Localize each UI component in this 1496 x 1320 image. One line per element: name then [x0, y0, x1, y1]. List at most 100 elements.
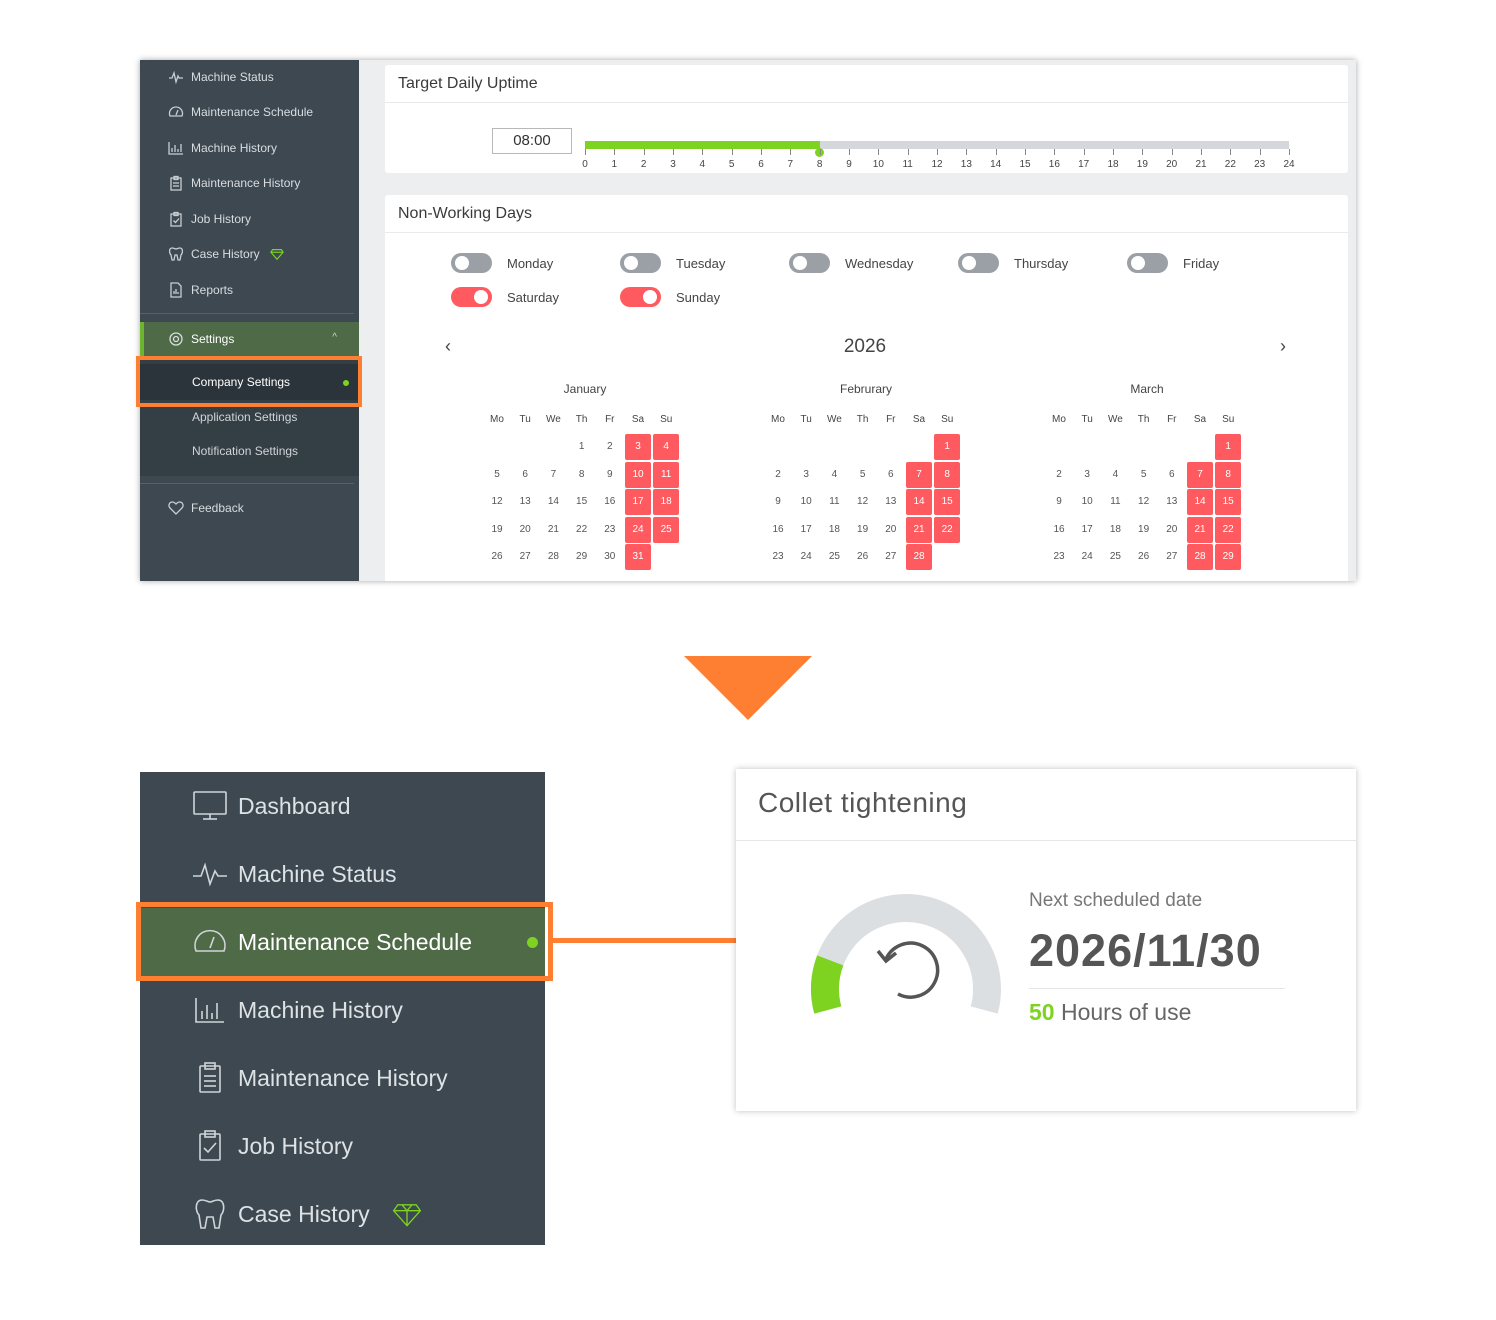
calendar-day[interactable]: 18	[821, 517, 847, 543]
calendar-day[interactable]: 8	[1215, 461, 1242, 488]
calendar-day[interactable]: 17	[625, 489, 651, 515]
calendar-day[interactable]: 21	[540, 517, 566, 543]
sidebar-item-machine-history[interactable]: Machine History	[192, 990, 403, 1030]
toggle-sunday[interactable]	[620, 287, 661, 307]
calendar-day[interactable]: 13	[878, 489, 904, 515]
calendar-day[interactable]: 19	[1131, 517, 1157, 543]
calendar-day[interactable]: 25	[1102, 544, 1128, 570]
calendar-day[interactable]: 5	[484, 462, 510, 488]
toggle-wednesday[interactable]	[789, 253, 830, 273]
calendar-day[interactable]: 20	[512, 517, 538, 543]
calendar-day[interactable]: 1	[934, 434, 961, 460]
sidebar-item-case-history[interactable]: Case History	[192, 1194, 432, 1234]
calendar-day[interactable]: 20	[878, 517, 904, 543]
calendar-day[interactable]: 3	[793, 462, 819, 488]
toggle-thursday[interactable]	[958, 253, 999, 273]
calendar-day[interactable]: 18	[1102, 517, 1128, 543]
calendar-day[interactable]: 19	[850, 517, 876, 543]
calendar-day[interactable]: 9	[597, 462, 623, 488]
calendar-day[interactable]: 12	[1131, 489, 1157, 515]
calendar-day[interactable]: 26	[484, 544, 510, 570]
calendar-day[interactable]: 21	[1187, 516, 1213, 543]
sidebar-item-case-history[interactable]: Case History	[168, 244, 291, 264]
calendar-day[interactable]: 21	[906, 516, 932, 543]
calendar-day[interactable]: 27	[512, 544, 538, 570]
calendar-day[interactable]: 14	[540, 489, 566, 515]
uptime-input[interactable]: 08:00	[492, 128, 572, 154]
calendar-day[interactable]: 14	[906, 489, 932, 515]
calendar-day[interactable]: 5	[1131, 462, 1157, 488]
calendar-day[interactable]: 11	[653, 461, 680, 488]
toggle-monday[interactable]	[451, 253, 492, 273]
prev-year-button[interactable]: ‹	[445, 336, 451, 357]
calendar-day[interactable]: 15	[934, 489, 961, 515]
calendar-day[interactable]: 11	[1102, 489, 1128, 515]
calendar-day[interactable]: 8	[569, 462, 595, 488]
calendar-day[interactable]: 1	[1215, 434, 1242, 460]
calendar-day[interactable]: 16	[597, 489, 623, 515]
sidebar-item-dashboard[interactable]: Dashboard	[192, 786, 351, 826]
calendar-day[interactable]: 4	[821, 462, 847, 488]
sidebar-item-feedback[interactable]: Feedback	[168, 498, 244, 518]
calendar-day[interactable]: 24	[1074, 544, 1100, 570]
calendar-day[interactable]: 28	[906, 544, 932, 570]
chevron-up-icon[interactable]: ^	[332, 332, 337, 343]
calendar-day[interactable]: 8	[934, 461, 961, 488]
calendar-day[interactable]: 28	[540, 544, 566, 570]
sidebar-item-settings[interactable]: Settings ^	[140, 322, 359, 356]
calendar-day[interactable]: 19	[484, 517, 510, 543]
calendar-day[interactable]: 17	[793, 517, 819, 543]
calendar-day[interactable]: 25	[821, 544, 847, 570]
calendar-day[interactable]: 11	[821, 489, 847, 515]
calendar-day[interactable]: 10	[793, 489, 819, 515]
calendar-day[interactable]: 5	[850, 462, 876, 488]
calendar-day[interactable]: 16	[1046, 517, 1072, 543]
calendar-day[interactable]: 23	[597, 517, 623, 543]
sidebar-item-machine-status[interactable]: Machine Status	[192, 854, 397, 894]
calendar-day[interactable]: 16	[765, 517, 791, 543]
calendar-day[interactable]: 3	[1074, 462, 1100, 488]
sidebar-item-job-history[interactable]: Job History	[192, 1126, 353, 1166]
calendar-day[interactable]: 6	[512, 462, 538, 488]
calendar-day[interactable]: 10	[625, 461, 651, 488]
sidebar-item-machine-status[interactable]: Machine Status	[168, 67, 274, 87]
calendar-day[interactable]: 7	[1187, 461, 1213, 488]
submenu-item-application-settings[interactable]: Application Settings	[192, 410, 297, 424]
calendar-day[interactable]: 4	[653, 434, 680, 460]
calendar-day[interactable]: 10	[1074, 489, 1100, 515]
calendar-day[interactable]: 12	[850, 489, 876, 515]
calendar-day[interactable]: 20	[1159, 517, 1185, 543]
calendar-day[interactable]: 18	[653, 489, 680, 515]
calendar-day[interactable]: 23	[765, 544, 791, 570]
calendar-day[interactable]: 13	[512, 489, 538, 515]
calendar-day[interactable]: 2	[765, 462, 791, 488]
next-year-button[interactable]: ›	[1280, 336, 1286, 357]
calendar-day[interactable]: 2	[1046, 462, 1072, 488]
calendar-day[interactable]: 14	[1187, 489, 1213, 515]
calendar-day[interactable]: 24	[793, 544, 819, 570]
toggle-friday[interactable]	[1127, 253, 1168, 273]
calendar-day[interactable]: 22	[569, 517, 595, 543]
sidebar-item-reports[interactable]: Reports	[168, 280, 233, 300]
uptime-slider-track[interactable]	[585, 141, 1289, 149]
calendar-day[interactable]: 9	[765, 489, 791, 515]
submenu-item-notification-settings[interactable]: Notification Settings	[192, 444, 298, 458]
sidebar-item-machine-history[interactable]: Machine History	[168, 138, 277, 158]
calendar-day[interactable]: 26	[850, 544, 876, 570]
toggle-saturday[interactable]	[451, 287, 492, 307]
calendar-day[interactable]: 15	[1215, 489, 1242, 515]
calendar-day[interactable]: 15	[569, 489, 595, 515]
sidebar-item-maintenance-history[interactable]: Maintenance History	[168, 173, 300, 193]
calendar-day[interactable]: 6	[1159, 462, 1185, 488]
calendar-day[interactable]: 27	[1159, 544, 1185, 570]
calendar-day[interactable]: 24	[625, 516, 651, 543]
calendar-day[interactable]: 17	[1074, 517, 1100, 543]
calendar-day[interactable]: 12	[484, 489, 510, 515]
calendar-day[interactable]: 25	[653, 516, 680, 543]
calendar-day[interactable]: 29	[1215, 544, 1242, 570]
calendar-day[interactable]: 29	[569, 544, 595, 570]
calendar-day[interactable]: 23	[1046, 544, 1072, 570]
calendar-day[interactable]: 4	[1102, 462, 1128, 488]
toggle-tuesday[interactable]	[620, 253, 661, 273]
calendar-day[interactable]: 7	[540, 462, 566, 488]
